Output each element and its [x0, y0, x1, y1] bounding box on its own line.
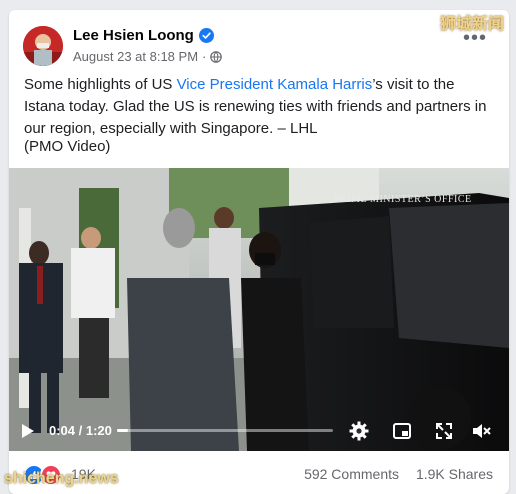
shares-count[interactable]: 1.9K Shares: [416, 466, 493, 482]
caption-text-start: Some highlights of US: [24, 76, 177, 93]
verified-badge-icon: [198, 28, 214, 43]
comments-count[interactable]: 592 Comments: [304, 466, 399, 482]
caption-note: (PMO Video): [24, 138, 111, 155]
current-time: 0:04: [49, 423, 76, 438]
post-date[interactable]: August 23 at 8:18 PM: [73, 49, 198, 64]
duration: 1:20: [85, 423, 112, 438]
author-name-text[interactable]: Lee Hsien Loong: [73, 27, 194, 44]
avatar[interactable]: [23, 26, 63, 66]
post-caption: Some highlights of US Vice President Kam…: [24, 74, 496, 140]
kamala-harris-link[interactable]: Vice President Kamala Harris: [177, 76, 373, 93]
post-card: Lee Hsien Loong August 23 at 8:18 PM · •…: [9, 10, 509, 494]
video-player[interactable]: PRIME MINISTER’S OFFICE: [9, 168, 509, 451]
watermark-bottom: shicheng.news: [4, 470, 119, 487]
fullscreen-icon[interactable]: [434, 421, 454, 441]
time-separator: /: [75, 423, 86, 438]
watermark-top: 狮城新闻: [439, 16, 504, 33]
video-controls: 0:04 / 1:20: [9, 413, 509, 449]
progress-bar[interactable]: [117, 429, 333, 432]
post-meta: August 23 at 8:18 PM ·: [73, 49, 223, 64]
video-watermark: PRIME MINISTER’S OFFICE: [334, 194, 472, 205]
video-frame: [9, 168, 509, 451]
post-header: Lee Hsien Loong August 23 at 8:18 PM · •…: [9, 10, 509, 72]
settings-icon[interactable]: [349, 421, 369, 441]
meta-dot: ·: [202, 49, 207, 64]
author-name[interactable]: Lee Hsien Loong: [73, 27, 214, 44]
pip-icon[interactable]: [392, 421, 412, 441]
volume-muted-icon[interactable]: [471, 421, 491, 441]
play-icon[interactable]: [21, 423, 35, 439]
video-time: 0:04 / 1:20: [49, 423, 112, 438]
progress-fill: [117, 429, 128, 432]
globe-icon: [210, 50, 223, 63]
